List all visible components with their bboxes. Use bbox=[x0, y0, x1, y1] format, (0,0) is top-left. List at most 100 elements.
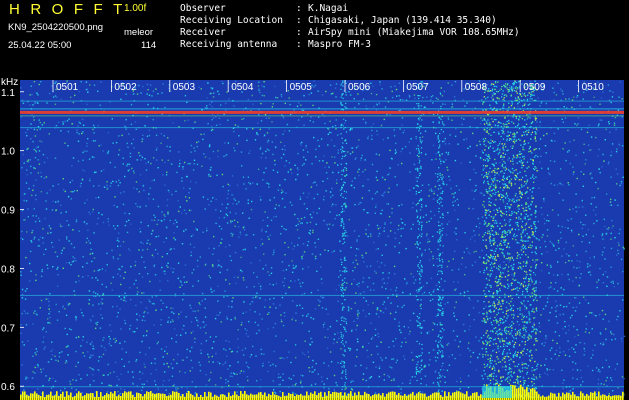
noise-speckle bbox=[357, 145, 359, 147]
noise-speckle bbox=[190, 359, 192, 362]
noise-speckle bbox=[589, 271, 591, 273]
band-speckle bbox=[508, 368, 510, 370]
noise-speckle bbox=[123, 388, 126, 391]
noise-speckle bbox=[199, 364, 201, 366]
noise-speckle bbox=[260, 353, 263, 355]
noise-speckle bbox=[457, 281, 459, 283]
noise-speckle bbox=[195, 317, 197, 319]
band-speckle bbox=[488, 133, 490, 135]
noise-speckle bbox=[352, 270, 354, 272]
noise-speckle bbox=[92, 128, 94, 131]
noise-speckle bbox=[123, 277, 125, 279]
noise-speckle bbox=[349, 349, 351, 352]
noise-speckle bbox=[266, 225, 269, 227]
noise-speckle bbox=[610, 176, 612, 178]
noise-speckle bbox=[510, 145, 512, 148]
noise-speckle bbox=[126, 142, 128, 145]
noise-speckle bbox=[227, 193, 229, 195]
noise-speckle bbox=[106, 391, 109, 393]
band-speckle bbox=[518, 296, 520, 299]
band-speckle bbox=[510, 214, 512, 216]
noise-speckle bbox=[132, 383, 134, 385]
noise-speckle bbox=[539, 246, 541, 249]
noise-speckle bbox=[71, 123, 73, 125]
noise-speckle bbox=[64, 190, 66, 193]
band-speckle bbox=[489, 242, 491, 244]
band-speckle bbox=[534, 212, 536, 214]
noise-speckle bbox=[149, 243, 151, 245]
noise-speckle bbox=[248, 181, 250, 184]
noise-speckle bbox=[440, 343, 442, 345]
noise-speckle bbox=[419, 372, 421, 374]
noise-speckle bbox=[231, 375, 233, 378]
noise-speckle bbox=[30, 172, 32, 174]
noise-speckle bbox=[340, 348, 342, 350]
band-speckle bbox=[497, 144, 499, 147]
noise-speckle bbox=[387, 174, 389, 176]
noise-speckle bbox=[322, 324, 325, 326]
noise-speckle bbox=[522, 148, 524, 151]
noise-speckle bbox=[60, 389, 62, 392]
noise-speckle bbox=[375, 272, 377, 274]
band-speckle bbox=[506, 301, 508, 303]
noise-speckle bbox=[32, 189, 34, 191]
band-speckle bbox=[516, 154, 518, 156]
noise-speckle bbox=[92, 208, 94, 211]
noise-speckle bbox=[188, 209, 191, 212]
band-speckle bbox=[485, 287, 487, 289]
noise-speckle bbox=[295, 356, 297, 359]
noise-speckle bbox=[115, 181, 117, 183]
band-speckle bbox=[483, 234, 485, 236]
noise-speckle bbox=[520, 144, 522, 146]
noise-speckle bbox=[112, 180, 114, 183]
band-speckle bbox=[499, 222, 501, 224]
noise-speckle bbox=[292, 391, 294, 394]
noise-speckle bbox=[35, 194, 37, 196]
noise-speckle bbox=[553, 91, 555, 94]
noise-speckle bbox=[222, 363, 224, 366]
noise-speckle bbox=[318, 304, 320, 307]
noise-speckle bbox=[267, 236, 269, 238]
noise-speckle bbox=[65, 262, 68, 264]
noise-speckle bbox=[136, 93, 139, 95]
band-speckle bbox=[518, 282, 520, 284]
noise-speckle bbox=[106, 264, 108, 266]
noise-speckle bbox=[215, 198, 217, 201]
noise-speckle bbox=[290, 113, 292, 116]
noise-speckle bbox=[538, 187, 540, 189]
noise-speckle bbox=[257, 133, 259, 136]
noise-speckle bbox=[610, 330, 612, 333]
noise-speckle bbox=[23, 389, 25, 391]
band-speckle bbox=[533, 222, 535, 225]
noise-speckle bbox=[576, 84, 578, 87]
noise-speckle bbox=[24, 290, 27, 292]
noise-speckle bbox=[93, 132, 95, 134]
noise-speckle bbox=[157, 332, 159, 334]
noise-speckle bbox=[545, 305, 547, 307]
noise-speckle bbox=[567, 273, 569, 276]
noise-speckle bbox=[255, 247, 257, 249]
noise-speckle bbox=[177, 262, 180, 264]
noise-speckle bbox=[318, 116, 320, 118]
noise-speckle bbox=[416, 211, 418, 213]
band-speckle bbox=[498, 332, 501, 335]
noise-speckle bbox=[279, 184, 281, 186]
noise-speckle bbox=[260, 378, 262, 381]
noise-speckle bbox=[155, 309, 157, 311]
band-speckle bbox=[527, 385, 529, 387]
noise-speckle bbox=[47, 298, 49, 300]
noise-speckle bbox=[148, 347, 151, 349]
band-speckle bbox=[535, 128, 538, 130]
noise-speckle bbox=[177, 316, 180, 319]
noise-speckle bbox=[179, 280, 182, 282]
noise-speckle bbox=[237, 329, 239, 331]
noise-speckle bbox=[603, 383, 605, 386]
noise-speckle bbox=[259, 128, 261, 131]
band-speckle bbox=[511, 327, 513, 329]
noise-speckle bbox=[105, 286, 107, 288]
noise-speckle bbox=[510, 333, 512, 335]
noise-speckle bbox=[383, 282, 385, 284]
noise-speckle bbox=[369, 289, 372, 291]
noise-speckle bbox=[242, 249, 245, 251]
band-speckle bbox=[498, 369, 500, 372]
